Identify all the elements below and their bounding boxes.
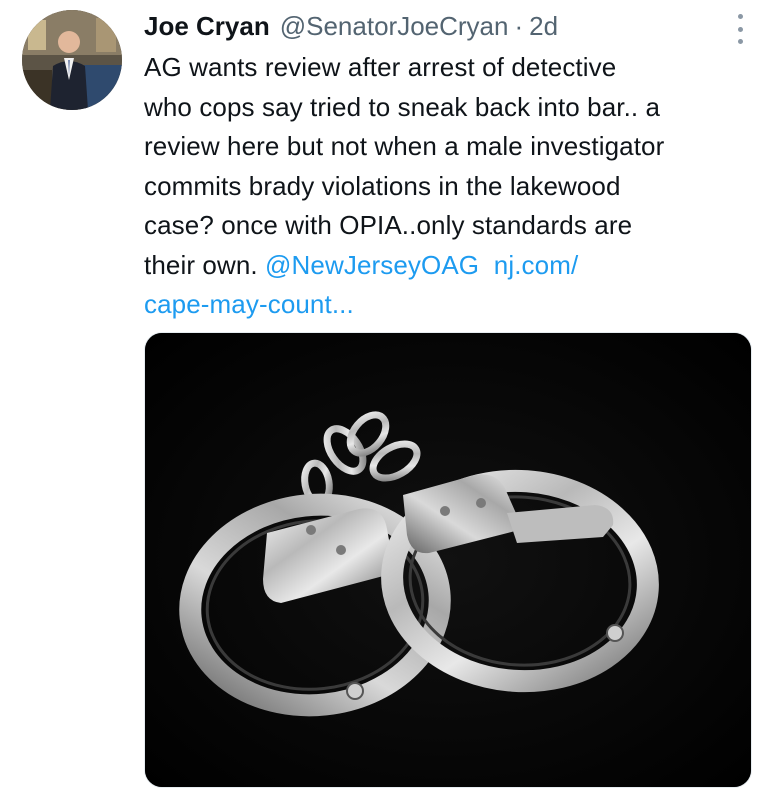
tweet-text-line: AG wants review after arrest of detectiv… (144, 52, 617, 82)
separator-dot: · (514, 11, 524, 41)
more-options-icon[interactable] (733, 14, 747, 44)
author-handle[interactable]: @SenatorJoeCryan (280, 8, 509, 44)
tweet-text: AG wants review after arrest of detectiv… (144, 48, 759, 325)
tweet-text-line: their own. @NewJerseyOAG nj.com/ (144, 246, 759, 286)
tweet-text-fragment: their own. (144, 249, 266, 280)
tweet-text-line: case? once with OPIA..only standards are (144, 210, 633, 240)
tweet-media-image[interactable] (144, 332, 752, 788)
tweet[interactable]: Joe Cryan @SenatorJoeCryan · 2d AG wants… (0, 0, 773, 800)
author-avatar[interactable] (22, 10, 122, 110)
tweet-text-line: review here but not when a male investig… (144, 131, 665, 161)
url-link-continued[interactable]: cape-may-count... (144, 285, 759, 325)
tweet-header: Joe Cryan @SenatorJoeCryan · 2d (144, 8, 558, 44)
url-link[interactable]: nj.com/ (494, 250, 579, 280)
timestamp[interactable]: 2d (529, 8, 558, 44)
tweet-text-line: who cops say tried to sneak back into ba… (144, 91, 661, 122)
tweet-text-line: commits brady violations in the lakewood (144, 170, 621, 201)
handcuffs-image (145, 333, 751, 787)
author-name[interactable]: Joe Cryan (144, 8, 270, 44)
mention-link[interactable]: @NewJerseyOAG (265, 250, 479, 280)
